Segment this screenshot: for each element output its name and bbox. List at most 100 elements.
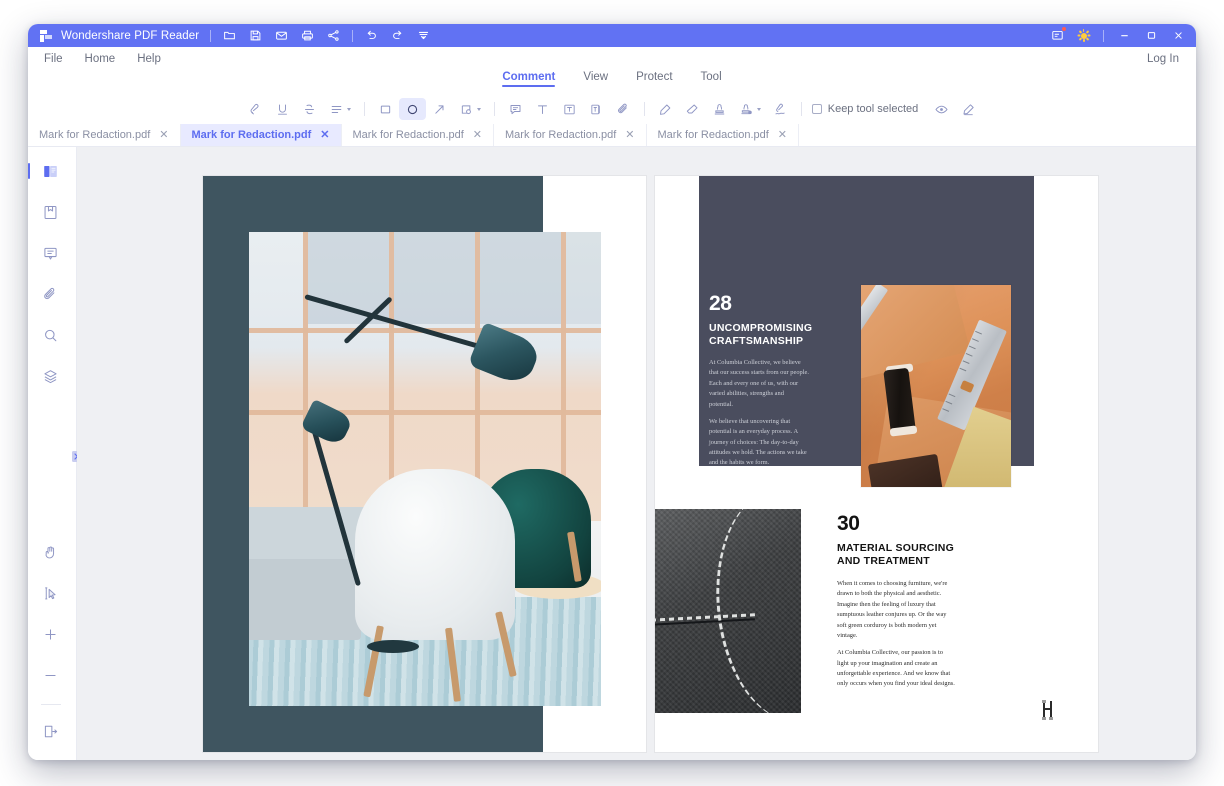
rectangle-icon[interactable]: [372, 98, 399, 120]
sidebar-item-thumbnails[interactable]: [28, 156, 66, 186]
chevron-down-icon: [476, 107, 481, 111]
chevron-down-bar-icon[interactable]: [416, 28, 431, 43]
signature-icon[interactable]: [767, 98, 794, 120]
toolbar-divider-2: [493, 102, 495, 116]
doc-tab-5[interactable]: Mark for Redaction.pdf ✕: [647, 124, 800, 146]
main-body: 28 UNCOMPROMISING CRAFTSMANSHIP At Colum…: [28, 147, 1196, 760]
zoom-in-button[interactable]: [36, 619, 66, 649]
close-icon[interactable]: ✕: [625, 129, 634, 141]
chevron-down-icon: [756, 107, 761, 111]
close-icon[interactable]: ✕: [159, 129, 168, 141]
menu-item-home[interactable]: Home: [85, 53, 116, 65]
titlebar-divider-2: [352, 29, 354, 42]
sidebar-item-layers[interactable]: [36, 361, 66, 391]
toolbar-divider-4: [800, 102, 802, 116]
callout-icon[interactable]: [583, 98, 610, 120]
page-left[interactable]: [203, 176, 646, 752]
stamp-plus-button[interactable]: [733, 98, 767, 120]
folder-icon[interactable]: [222, 28, 237, 43]
eye-icon[interactable]: [928, 98, 955, 120]
page-export-button[interactable]: [36, 716, 66, 746]
keep-tool-selected-checkbox[interactable]: Keep tool selected: [811, 103, 919, 115]
doc-tab-4[interactable]: Mark for Redaction.pdf ✕: [494, 124, 647, 146]
highlighter-icon[interactable]: [242, 98, 269, 120]
close-icon[interactable]: ✕: [778, 129, 787, 141]
doc-tab-3[interactable]: Mark for Redaction.pdf ✕: [342, 124, 495, 146]
doc-tab-label: Mark for Redaction.pdf: [191, 129, 312, 141]
menu-item-help[interactable]: Help: [137, 53, 161, 65]
redo-icon[interactable]: [390, 28, 405, 43]
text-icon[interactable]: [529, 98, 556, 120]
zoom-out-button[interactable]: [36, 660, 66, 690]
paragraph: We believe that uncovering that potentia…: [709, 417, 807, 467]
select-tool-button[interactable]: [36, 578, 66, 608]
notification-icon[interactable]: [1050, 27, 1066, 43]
arrow-icon[interactable]: [426, 98, 453, 120]
page-right[interactable]: 28 UNCOMPROMISING CRAFTSMANSHIP At Colum…: [655, 176, 1098, 752]
text-markup-more-button[interactable]: [323, 98, 357, 120]
menu-item-file[interactable]: File: [44, 53, 63, 65]
sun-icon[interactable]: [1076, 28, 1091, 43]
section-body-30: When it comes to choosing furniture, we'…: [837, 579, 955, 690]
section-heading-28: UNCOMPROMISING CRAFTSMANSHIP: [709, 322, 812, 349]
underline-icon[interactable]: [269, 98, 296, 120]
hand-tool-button[interactable]: [36, 537, 66, 567]
sidebar-item-search[interactable]: [36, 320, 66, 350]
app-logo-icon: [40, 29, 53, 42]
strikethrough-icon[interactable]: [296, 98, 323, 120]
close-icon[interactable]: [1170, 29, 1186, 43]
stamp-icon[interactable]: [706, 98, 733, 120]
doc-tab-1[interactable]: Mark for Redaction.pdf ✕: [28, 124, 181, 146]
close-icon[interactable]: ✕: [320, 129, 329, 141]
note-icon[interactable]: [502, 98, 529, 120]
history-action-group: [364, 28, 431, 43]
paragraph: When it comes to choosing furniture, we'…: [837, 580, 948, 639]
share-icon[interactable]: [326, 28, 341, 43]
undo-icon[interactable]: [364, 28, 379, 43]
minimize-icon[interactable]: [1116, 29, 1132, 43]
application-window: Wondershare PDF Reader File Home Help Lo…: [28, 24, 1196, 760]
titlebar-divider-3: [1103, 29, 1104, 42]
tab-protect[interactable]: Protect: [636, 71, 672, 87]
paragraph: At Columbia Collective, our passion is t…: [837, 649, 955, 688]
ellipse-tool-button[interactable]: [398, 98, 426, 120]
pencil-icon[interactable]: [652, 98, 679, 120]
doc-tab-label: Mark for Redaction.pdf: [505, 129, 617, 141]
tab-tool[interactable]: Tool: [701, 71, 722, 87]
annotation-toolbar: Keep tool selected: [28, 94, 1196, 124]
section-body-28: At Columbia Collective, we believe that …: [709, 358, 809, 469]
interior-photo: [249, 232, 601, 706]
envelope-icon[interactable]: [274, 28, 289, 43]
printer-icon[interactable]: [300, 28, 315, 43]
textbox-icon[interactable]: [556, 98, 583, 120]
paragraph: At Columbia Collective, we believe that …: [709, 359, 809, 408]
chevron-down-icon: [346, 107, 351, 111]
close-icon[interactable]: ✕: [473, 129, 482, 141]
document-viewer[interactable]: 28 UNCOMPROMISING CRAFTSMANSHIP At Colum…: [77, 147, 1196, 760]
eraser-icon[interactable]: [679, 98, 706, 120]
pen-icon[interactable]: [955, 98, 982, 120]
tab-view[interactable]: View: [583, 71, 608, 87]
notification-badge: [1062, 27, 1066, 31]
doc-tab-2[interactable]: Mark for Redaction.pdf ✕: [180, 124, 342, 146]
doc-tab-label: Mark for Redaction.pdf: [352, 129, 464, 141]
tab-comment[interactable]: Comment: [502, 71, 556, 87]
sidebar-item-attachments[interactable]: [36, 279, 66, 309]
title-bar: Wondershare PDF Reader: [28, 24, 1196, 47]
page-spread: 28 UNCOMPROMISING CRAFTSMANSHIP At Colum…: [203, 176, 1098, 752]
save-icon[interactable]: [248, 28, 263, 43]
shapes-more-button[interactable]: [453, 98, 487, 120]
text-cursor-icon: [1042, 700, 1053, 720]
keep-tool-selected-label: Keep tool selected: [827, 103, 919, 115]
doc-tab-label: Mark for Redaction.pdf: [657, 129, 769, 141]
paperclip-icon[interactable]: [610, 98, 637, 120]
ribbon-tab-bar: Comment View Protect Tool: [28, 71, 1196, 94]
sidebar-item-bookmarks[interactable]: [36, 197, 66, 227]
login-button[interactable]: Log In: [1147, 53, 1179, 65]
maximize-icon[interactable]: [1143, 29, 1159, 43]
heading-line-1: MATERIAL SOURCING: [837, 542, 955, 554]
titlebar-right-group: [1050, 27, 1186, 43]
leather-photo: [655, 509, 801, 713]
sidebar-item-comments[interactable]: [36, 238, 66, 268]
section-heading-30: MATERIAL SOURCING AND TREATMENT: [837, 542, 954, 569]
